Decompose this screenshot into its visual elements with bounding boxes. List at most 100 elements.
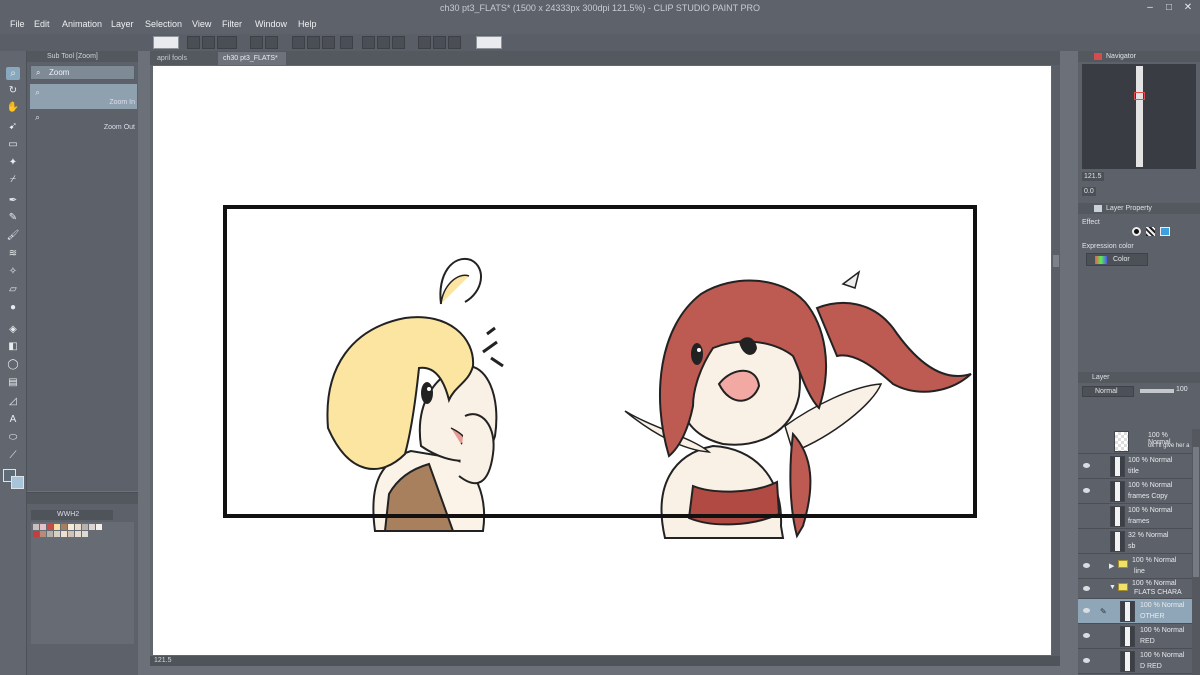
navigator-preview[interactable] [1082,64,1196,169]
layer-row[interactable]: 100 % Normal D RED [1078,649,1192,674]
menu-selection[interactable]: Selection [145,19,182,29]
subtool-group-zoom[interactable]: ⌕ Zoom [30,65,135,80]
frame-icon[interactable]: ▤ [6,376,20,389]
fill-icon[interactable] [307,36,320,49]
correct-line-icon[interactable]: ⟋ [6,449,20,462]
tab-ch30[interactable]: ch30 pt3_FLATS* [218,52,286,65]
color-swatch[interactable] [61,524,67,530]
color-swatch[interactable] [61,531,67,537]
color-swatch[interactable] [47,531,53,537]
airbrush-icon[interactable]: ≋ [6,247,20,260]
color-swatch[interactable] [33,524,39,530]
color-swatch[interactable] [89,524,95,530]
new-file-icon[interactable] [187,36,200,49]
eye-icon[interactable] [1083,488,1090,493]
color-swatch[interactable] [82,531,88,537]
auto-select-icon[interactable]: ✦ [6,156,20,169]
expression-color-select[interactable]: Color [1086,253,1148,266]
menu-filter[interactable]: Filter [222,19,242,29]
eyedropper-icon[interactable]: ⌿ [6,173,20,186]
color-swatch[interactable] [33,531,39,537]
layer-row[interactable]: 100 % Normal title [1078,454,1192,479]
sub-color-swatch[interactable] [11,476,24,489]
color-swatch[interactable] [68,524,74,530]
layer-scroll-thumb[interactable] [1193,447,1199,577]
crop-icon[interactable] [340,36,353,49]
layer-row[interactable]: 32 % Normal sb [1078,529,1192,554]
layer-folder-row[interactable]: ▼ 100 % Normal FLATS CHARA [1078,579,1192,599]
figure-icon[interactable]: ◯ [6,358,20,371]
clear-icon[interactable] [292,36,305,49]
palette-tabs[interactable] [27,493,138,504]
eye-icon[interactable] [1083,463,1090,468]
menu-layer[interactable]: Layer [111,19,134,29]
selection-tool-icon[interactable]: ▭ [6,138,20,151]
palette-grid[interactable] [31,522,134,644]
pencil-tool-icon[interactable]: ✎ [6,211,20,224]
collapse-arrow-icon[interactable]: ▼ [1109,584,1116,591]
canvas-page[interactable] [153,66,1051,655]
fill-tool-icon[interactable]: ◈ [6,323,20,336]
color-swatch[interactable] [40,524,46,530]
color-swatch[interactable] [75,531,81,537]
minimize-icon[interactable]: – [1144,2,1156,14]
decoration-icon[interactable]: ✧ [6,265,20,278]
canvas-vertical-scrollbar[interactable] [1052,65,1060,656]
invert-selection-icon[interactable] [377,36,390,49]
open-file-icon[interactable] [202,36,215,49]
layer-scrollbar[interactable] [1192,429,1200,675]
color-swatch[interactable] [96,524,102,530]
effect-color-icon[interactable] [1160,227,1170,236]
navigator-rotation-value[interactable]: 0.0 [1082,187,1096,196]
canvas-zoom-readout[interactable]: 121.5 [154,657,172,664]
color-swatch[interactable] [47,524,53,530]
balloon-icon[interactable]: ⬭ [6,431,20,444]
menu-edit[interactable]: Edit [34,19,50,29]
text-tool-icon[interactable]: A [6,413,20,426]
subtool-zoom-in[interactable]: ⌕ Zoom In [30,84,137,109]
snap-icon[interactable] [433,36,446,49]
layer-row[interactable]: 100 % Normal frames Copy [1078,479,1192,504]
blend-mode-select[interactable]: Normal [1082,386,1134,397]
menu-animation[interactable]: Animation [62,19,102,29]
layer-row-selected[interactable]: ✎ 100 % Normal OTHER [1078,599,1192,624]
color-swatch[interactable] [82,524,88,530]
clip-studio-icon[interactable] [153,36,179,49]
layer-row[interactable]: 100 % Normal RED [1078,624,1192,649]
transform-icon[interactable] [322,36,335,49]
tab-april-fools[interactable]: april fools [152,52,218,65]
redo-icon[interactable] [265,36,278,49]
brush-tool-icon[interactable]: 🖌 [6,229,20,242]
close-icon[interactable]: ✕ [1182,2,1194,14]
layer-row[interactable]: 100 % Normal frames [1078,504,1192,529]
move-tool-icon[interactable]: ➹ [6,120,20,133]
navigator-zoom-value[interactable]: 121.5 [1082,172,1104,181]
layer-folder-row[interactable]: ▶ 100 % Normal line [1078,554,1192,579]
help-icon[interactable] [476,36,502,49]
ruler-icon[interactable] [418,36,431,49]
eye-icon[interactable] [1083,608,1090,613]
eye-icon[interactable] [1083,633,1090,638]
zoom-tool-icon[interactable]: ⌕ [6,67,20,80]
palette-name[interactable]: WWH2 [31,510,113,520]
deselect-icon[interactable] [362,36,375,49]
eye-icon[interactable] [1083,563,1090,568]
gradient-icon[interactable]: ◧ [6,340,20,353]
blend-icon[interactable]: ● [6,301,20,314]
eye-icon[interactable] [1083,658,1090,663]
subtool-zoom-out[interactable]: ⌕ Zoom Out [30,109,137,134]
menu-help[interactable]: Help [298,19,317,29]
effect-tone-icon[interactable] [1146,227,1155,236]
opacity-value[interactable]: 100 [1176,386,1188,393]
color-swatch[interactable] [54,531,60,537]
scroll-thumb[interactable] [1053,255,1059,267]
eye-icon[interactable] [1083,586,1090,591]
undo-icon[interactable] [250,36,263,49]
pen-tool-icon[interactable]: ✒ [6,194,20,207]
save-icon[interactable] [217,36,237,49]
color-swatch[interactable] [54,524,60,530]
hand-tool-icon[interactable]: ✋ [6,101,20,114]
color-swatch[interactable] [40,531,46,537]
rotate-tool-icon[interactable]: ↻ [6,84,20,97]
selection-border-icon[interactable] [392,36,405,49]
